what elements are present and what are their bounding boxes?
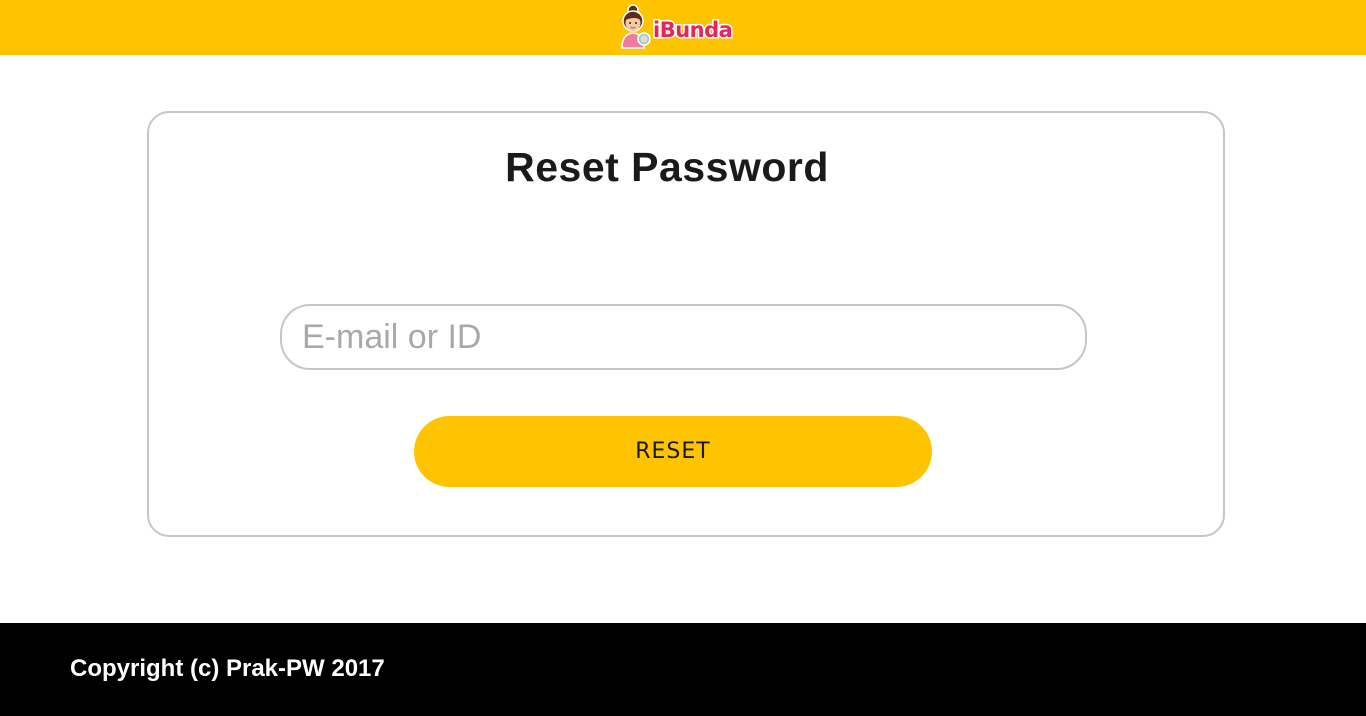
brand-logo-link[interactable]: iBunda: [617, 4, 734, 50]
footer: Copyright (c) Prak-PW 2017: [0, 623, 1366, 716]
page-title: Reset Password: [505, 144, 829, 190]
email-or-id-input[interactable]: [280, 304, 1087, 370]
brand-name: iBunda: [651, 17, 734, 44]
reset-password-card: Reset Password RESET: [147, 111, 1225, 537]
copyright-text: Copyright (c) Prak-PW 2017: [70, 655, 385, 682]
mascot-icon: [621, 4, 651, 49]
header-bar: iBunda: [0, 0, 1366, 55]
reset-button[interactable]: RESET: [414, 416, 932, 487]
